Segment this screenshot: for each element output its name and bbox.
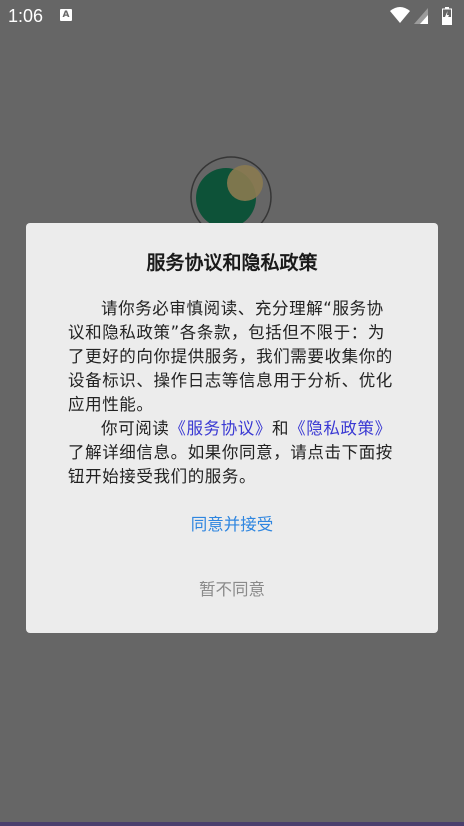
dialog-paragraph-1: 请你务必审慎阅读、充分理解“服务协议和隐私政策”各条款，包括但不限于：为了更好的… bbox=[68, 299, 393, 414]
notification-badge: A bbox=[60, 9, 72, 21]
status-bar: 1:06 A bbox=[0, 0, 464, 32]
app-screen: 1:06 A 服务协议和隐私政策 请你务必审慎阅读、充分理解“服务协议和隐私政策… bbox=[0, 0, 464, 826]
paragraph-2-prefix: 你可阅读 bbox=[101, 419, 170, 438]
dialog-paragraph-2: 你可阅读《服务协议》和《隐私政策》了解详细信息。如果你同意，请点击下面按钮开始接… bbox=[68, 417, 400, 489]
privacy-dialog: 服务协议和隐私政策 请你务必审慎阅读、充分理解“服务协议和隐私政策”各条款，包括… bbox=[26, 223, 438, 633]
dialog-body: 请你务必审慎阅读、充分理解“服务协议和隐私政策”各条款，包括但不限于：为了更好的… bbox=[68, 297, 400, 489]
dialog-title: 服务协议和隐私政策 bbox=[146, 252, 318, 274]
accept-button[interactable]: 同意并接受 bbox=[26, 510, 438, 540]
status-time: 1:06 bbox=[8, 6, 44, 26]
cellular-signal-icon bbox=[414, 8, 428, 24]
paragraph-2-and: 和 bbox=[272, 419, 290, 438]
paragraph-2-suffix: 了解详细信息。如果你同意，请点击下面按钮开始接受我们的服务。 bbox=[68, 443, 393, 486]
decline-button[interactable]: 暂不同意 bbox=[26, 575, 438, 605]
navigation-bar bbox=[0, 822, 464, 826]
battery-icon bbox=[442, 7, 452, 25]
service-agreement-link[interactable]: 《服务协议》 bbox=[169, 419, 272, 438]
privacy-policy-link[interactable]: 《隐私政策》 bbox=[289, 419, 392, 438]
wifi-icon bbox=[390, 7, 410, 23]
